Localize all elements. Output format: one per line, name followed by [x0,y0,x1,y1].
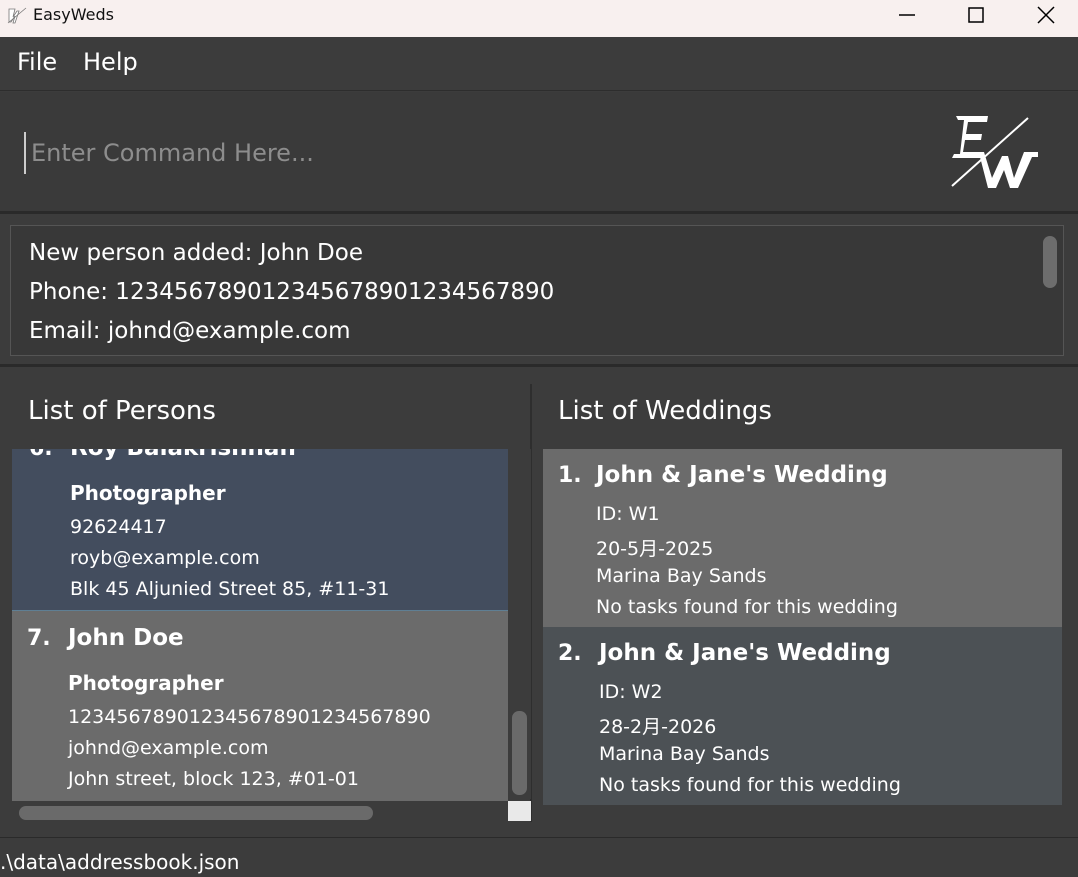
app-icon [7,7,27,24]
wedding-index: 1. [558,463,582,488]
result-display[interactable]: New person added: John Doe Phone: 123456… [10,225,1064,356]
person-index: 7. [27,626,51,651]
wedding-date: 20-5月-2025 [596,538,714,560]
wedding-tasks: No tasks found for this wedding [596,596,898,618]
wedding-tasks: No tasks found for this wedding [599,774,901,796]
person-card[interactable]: 7. John Doe Photographer 123456789012345… [12,611,508,801]
wedding-index: 2. [558,641,582,666]
person-email: royb@example.com [70,547,260,569]
person-list-vscroll-thumb[interactable] [512,711,527,795]
persons-panel-title: List of Persons [28,396,216,426]
wedding-card[interactable]: 1. John & Jane's Wedding ID: W1 20-5月-20… [543,449,1062,627]
title-bar: EasyWeds [0,0,1078,37]
wedding-card[interactable]: 2. John & Jane's Wedding ID: W2 28-2月-20… [543,627,1062,805]
result-line-1: New person added: John Doe [29,240,363,266]
minimize-icon [899,14,915,16]
person-phone: 123456789012345678901234567890 [68,706,431,728]
status-bar: .\data\addressbook.json [0,837,1078,877]
wedding-venue: Marina Bay Sands [596,565,767,587]
scroll-corner [508,801,531,821]
person-name: John Doe [68,625,184,651]
person-card[interactable]: 6. Roy Balakrishnan Photographer 9262441… [12,449,508,611]
person-index: 6. [29,449,53,461]
wedding-list[interactable]: 1. John & Jane's Wedding ID: W1 20-5月-20… [543,449,1062,805]
person-name: Roy Balakrishnan [70,449,296,461]
wedding-id: ID: W1 [596,503,660,525]
result-scrollbar[interactable] [1043,236,1057,288]
maximize-button[interactable] [941,0,1011,30]
close-button[interactable] [1011,0,1078,30]
wedding-venue: Marina Bay Sands [599,743,770,765]
window-title: EasyWeds [33,5,114,24]
section-divider [0,364,1078,367]
command-box [0,92,1078,214]
easyweds-logo [951,116,1038,188]
wedding-id: ID: W2 [599,681,663,703]
wedding-name: John & Jane's Wedding [596,462,888,488]
menu-bar: File Help [0,37,1078,91]
person-email: johnd@example.com [68,737,269,759]
person-address: John street, block 123, #01-01 [68,768,359,790]
maximize-icon [968,7,984,23]
wedding-name: John & Jane's Wedding [599,640,891,666]
person-role: Photographer [70,481,226,505]
person-role: Photographer [68,671,224,695]
menu-file[interactable]: File [17,48,57,76]
command-input[interactable] [24,132,924,174]
status-file-path: .\data\addressbook.json [0,850,240,874]
person-address: Blk 45 Aljunied Street 85, #11-31 [70,578,390,600]
wedding-date: 28-2月-2026 [599,716,717,738]
result-line-2: Phone: 123456789012345678901234567890 [29,279,555,305]
menu-help[interactable]: Help [83,48,138,76]
person-list[interactable]: 6. Roy Balakrishnan Photographer 9262441… [12,449,508,801]
close-icon [1037,6,1055,24]
result-line-3: Email: johnd@example.com [29,318,351,344]
person-list-hscroll-thumb[interactable] [19,806,373,820]
weddings-panel-title: List of Weddings [558,396,772,426]
person-phone: 92624417 [70,516,167,538]
minimize-button[interactable] [872,0,942,30]
